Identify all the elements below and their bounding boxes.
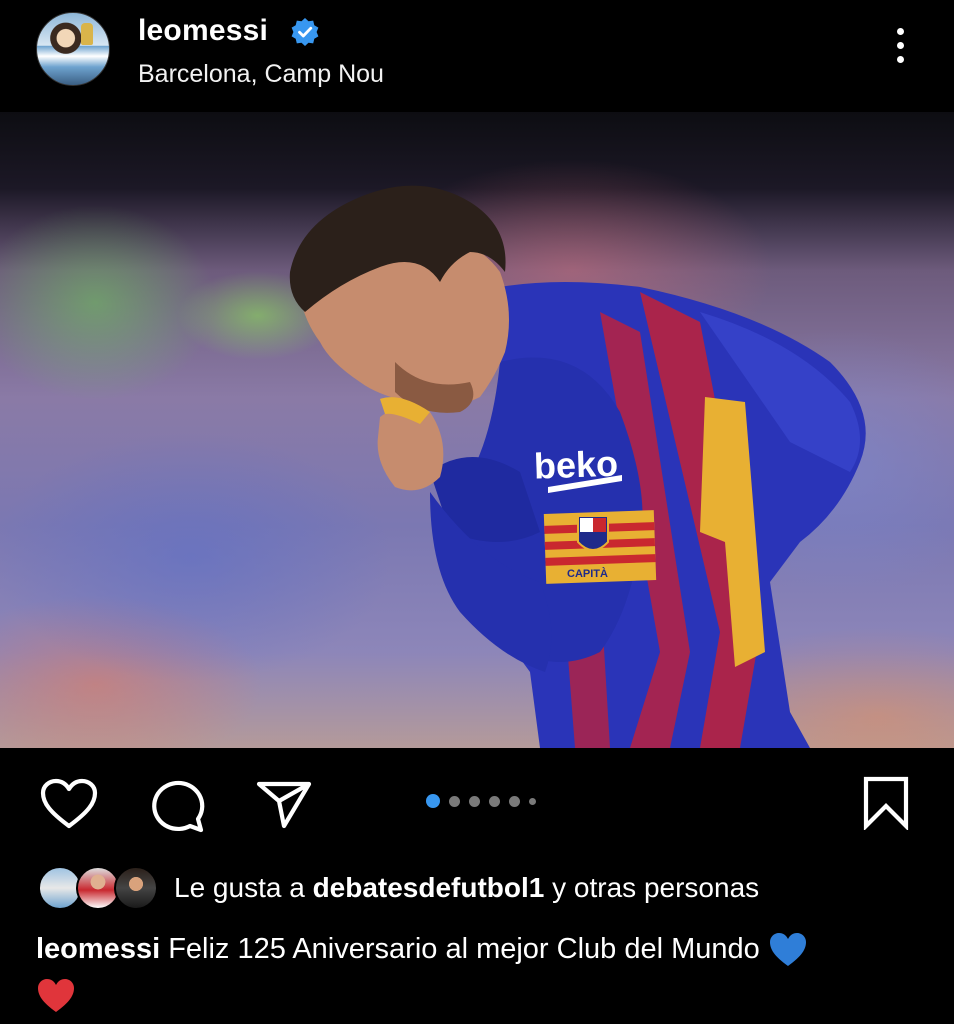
- likes-suffix: y otras personas: [552, 872, 760, 903]
- share-paper-plane-icon[interactable]: [256, 780, 312, 830]
- liker-username[interactable]: debatesdefutbol1: [313, 872, 545, 903]
- armband-text: CAPITÀ: [567, 567, 608, 580]
- post-header: leomessi Barcelona, Camp Nou: [0, 0, 954, 110]
- carousel-dot-active: [426, 794, 440, 808]
- carousel-indicator: [426, 794, 536, 808]
- likes-text: Le gusta a debatesdefutbol1 y otras pers…: [174, 872, 759, 904]
- likes-row[interactable]: Le gusta a debatesdefutbol1 y otras pers…: [38, 866, 938, 912]
- post-location[interactable]: Barcelona, Camp Nou: [138, 60, 384, 89]
- post-caption: leomessi Feliz 125 Aniversario al mejor …: [36, 926, 926, 1018]
- red-heart-icon: [38, 979, 74, 1013]
- verified-badge-icon: [291, 18, 319, 46]
- bookmark-icon[interactable]: [862, 776, 910, 830]
- player-illustration: beko CAPITÀ: [289, 185, 866, 748]
- carousel-dot: [449, 795, 460, 807]
- likes-prefix: Le gusta a: [174, 872, 305, 903]
- carousel-dot: [509, 795, 520, 807]
- avatar[interactable]: [36, 12, 110, 86]
- carousel-dot: [469, 795, 480, 807]
- liker-avatar: [114, 866, 158, 910]
- post-photo[interactable]: beko CAPITÀ: [0, 112, 954, 748]
- carousel-dot: [529, 797, 536, 805]
- heart-outline-icon[interactable]: [40, 778, 98, 830]
- comment-icon[interactable]: [148, 777, 206, 833]
- post-username[interactable]: leomessi: [138, 14, 268, 48]
- more-options-icon[interactable]: [888, 28, 912, 72]
- caption-text: Feliz 125 Aniversario al mejor Club del …: [168, 933, 760, 965]
- carousel-dot: [489, 795, 500, 807]
- caption-username[interactable]: leomessi: [36, 933, 160, 965]
- blue-heart-icon: [769, 933, 806, 967]
- trophy-icon: [81, 23, 93, 45]
